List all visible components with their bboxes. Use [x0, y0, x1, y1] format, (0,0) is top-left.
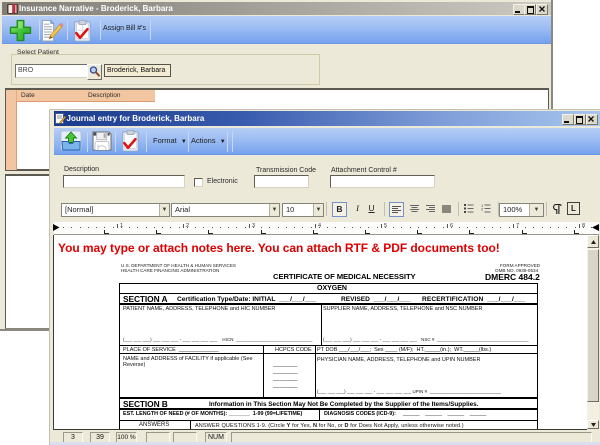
- svg-text:2: 2: [481, 207, 484, 212]
